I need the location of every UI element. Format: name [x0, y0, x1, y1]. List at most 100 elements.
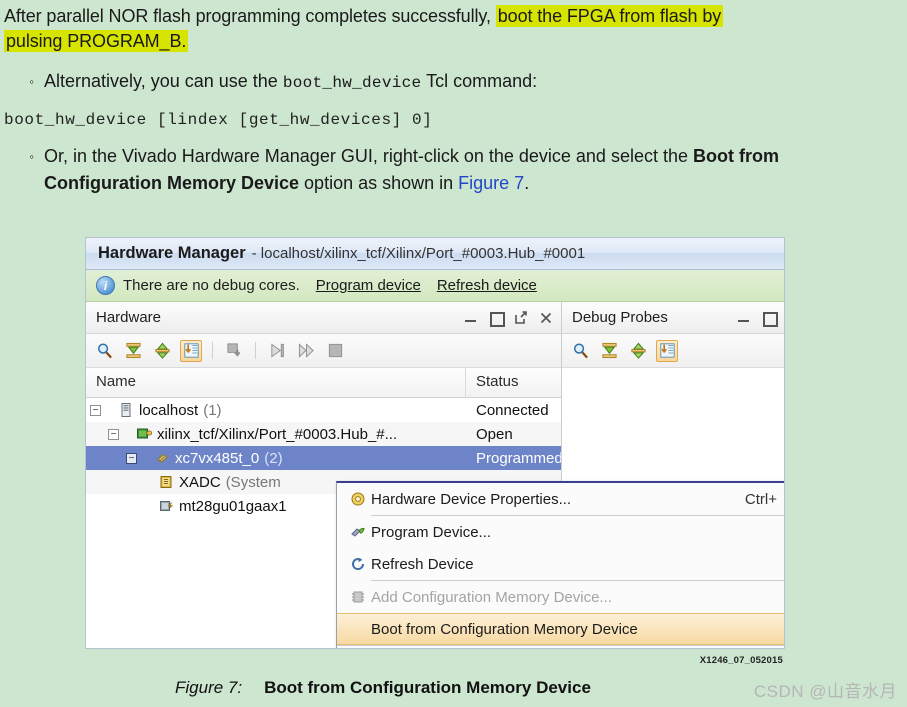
target-icon: [136, 426, 152, 442]
figure-number: Figure 7:: [175, 678, 243, 697]
debug-probes-window-buttons: [737, 311, 778, 327]
device-icon: [154, 450, 170, 466]
menu-item-label: Add Configuration Memory Device...: [371, 588, 612, 606]
document-body: After parallel NOR flash programming com…: [0, 0, 907, 197]
auto-scroll-icon[interactable]: [180, 339, 202, 362]
collapse-all-icon[interactable]: [598, 340, 620, 362]
watermark: CSDN @山音水月: [753, 682, 897, 701]
twisty-collapse-icon[interactable]: −: [126, 452, 137, 464]
hardware-manager-title-bar: Hardware Manager - localhost/xilinx_tcf/…: [86, 238, 784, 270]
column-header-status[interactable]: Status: [466, 368, 561, 397]
stop-icon[interactable]: [324, 340, 346, 362]
code-block-tcl: boot_hw_device [lindex [get_hw_devices] …: [4, 111, 433, 129]
tree-node-count: (System: [225, 473, 281, 491]
highlight-phrase-b: pulsing PROGRAM_B.: [4, 30, 189, 52]
menu-tail: [337, 646, 784, 648]
expand-all-icon[interactable]: [151, 340, 173, 362]
float-button[interactable]: [514, 310, 528, 325]
menu-item-boot-from-configuration-memory-device[interactable]: Boot from Configuration Memory Device: [337, 613, 784, 645]
bullet-list: ◦ Alternatively, you can use the boot_hw…: [0, 68, 907, 97]
toolbar-separator: [212, 342, 213, 359]
run-icon[interactable]: [266, 340, 288, 362]
menu-item-label: Program Device...: [371, 523, 492, 541]
bullet-list-2: ◦ Or, in the Vivado Hardware Manager GUI…: [0, 143, 907, 197]
tree-node-label: xc7vx485t_0: [175, 449, 260, 467]
bullet-2-end: .: [524, 173, 530, 193]
figure-image: Hardware Manager - localhost/xilinx_tcf/…: [85, 237, 785, 666]
properties-icon: [345, 491, 371, 507]
bullet-1-text: Alternatively, you can use the boot_hw_d…: [44, 68, 537, 97]
table-row[interactable]: − xilinx_tcf/Xilinx/Port_#0003.Hub_#... …: [86, 422, 561, 446]
tree-node-label: localhost: [139, 401, 199, 419]
host-icon: [118, 402, 134, 418]
step-icon[interactable]: [295, 340, 317, 362]
figure-cross-reference-link[interactable]: Figure 7: [458, 173, 524, 193]
collapse-all-icon[interactable]: [122, 340, 144, 362]
menu-item-label: Hardware Device Properties...: [371, 490, 572, 508]
toolbar-separator: [255, 342, 256, 359]
search-icon[interactable]: [569, 340, 591, 362]
bullet-1-suffix: Tcl command:: [421, 71, 538, 91]
add-config-memory-icon: [345, 589, 371, 605]
debug-probes-header: Debug Probes: [562, 302, 784, 334]
column-header-name[interactable]: Name: [86, 368, 466, 397]
hardware-manager-target-path: - localhost/xilinx_tcf/Xilinx/Port_#0003…: [251, 245, 586, 262]
refresh-device-link[interactable]: Refresh device: [437, 277, 537, 294]
tree-node-count: (1): [203, 401, 222, 419]
row-status: Connected: [476, 401, 549, 419]
info-message: There are no debug cores.: [123, 277, 300, 294]
tree-node-target[interactable]: − xilinx_tcf/Xilinx/Port_#0003.Hub_#...: [86, 426, 466, 443]
bullet-marker-icon: ◦: [29, 74, 34, 89]
list-item: ◦ Alternatively, you can use the boot_hw…: [0, 68, 907, 97]
debug-probes-title: Debug Probes: [572, 309, 668, 326]
twisty-collapse-icon[interactable]: −: [108, 428, 119, 440]
table-row[interactable]: − localhost (1) Connected: [86, 398, 561, 422]
minimize-button[interactable]: [737, 311, 751, 325]
menu-item-refresh-device[interactable]: Refresh Device: [337, 548, 784, 580]
twisty-collapse-icon[interactable]: −: [90, 404, 101, 416]
close-button[interactable]: [539, 311, 553, 325]
menu-item-program-device[interactable]: Program Device...: [337, 516, 784, 548]
figure-caption: Figure 7: Boot from Configuration Memory…: [175, 678, 591, 698]
menu-item-hardware-device-properties[interactable]: Hardware Device Properties... Ctrl+: [337, 483, 784, 515]
device-context-menu[interactable]: Hardware Device Properties... Ctrl+ Prog…: [336, 481, 784, 648]
program-device-link[interactable]: Program device: [316, 277, 421, 294]
info-icon: i: [96, 276, 115, 295]
refresh-device-icon: [345, 556, 371, 572]
menu-item-shortcut: Ctrl+: [744, 490, 777, 508]
figure-caption-text: Boot from Configuration Memory Device: [264, 678, 591, 697]
search-icon[interactable]: [93, 340, 115, 362]
tree-node-device-xc7vx485t[interactable]: − xc7vx485t_0 (2): [86, 450, 466, 467]
program-device-icon: [345, 524, 371, 540]
maximize-button[interactable]: [489, 311, 505, 327]
tree-node-label: mt28gu01gaax1: [179, 497, 287, 515]
hardware-table-header: Name Status: [86, 368, 561, 398]
debug-probes-toolbar: [562, 334, 784, 368]
highlight-phrase-a: boot the FPGA from flash by: [495, 5, 724, 27]
page-title: Hardware Manager: [98, 244, 246, 262]
bullet-2-text: Or, in the Vivado Hardware Manager GUI, …: [44, 143, 889, 197]
maximize-button[interactable]: [762, 311, 778, 327]
tree-node-localhost[interactable]: − localhost (1): [86, 402, 466, 419]
menu-item-label: Boot from Configuration Memory Device: [371, 620, 638, 638]
row-status: Programmed: [476, 449, 561, 467]
flash-icon: [158, 498, 174, 514]
bullet-2-prefix: Or, in the Vivado Hardware Manager GUI, …: [44, 146, 693, 166]
table-row[interactable]: − xc7vx485t_0 (2) Programmed: [86, 446, 561, 470]
expand-all-icon[interactable]: [627, 340, 649, 362]
list-item: ◦ Or, in the Vivado Hardware Manager GUI…: [0, 143, 907, 197]
auto-scroll-icon[interactable]: [656, 339, 678, 362]
xadc-icon: [158, 474, 174, 490]
figure-id-label: X1246_07_052015: [699, 655, 783, 666]
hardware-panel-header: Hardware: [86, 302, 561, 334]
row-status: Open: [476, 425, 513, 443]
menu-item-label: Refresh Device: [371, 555, 474, 573]
tree-node-count: (2): [264, 449, 283, 467]
export-icon[interactable]: [223, 340, 245, 362]
debug-cores-info-bar: i There are no debug cores. Program devi…: [86, 270, 784, 302]
hardware-panel-window-buttons: [464, 310, 553, 327]
minimize-button[interactable]: [464, 311, 478, 325]
paragraph-intro: After parallel NOR flash programming com…: [0, 0, 907, 54]
tree-node-label: XADC: [179, 473, 221, 491]
hardware-panel-title: Hardware: [96, 309, 162, 326]
